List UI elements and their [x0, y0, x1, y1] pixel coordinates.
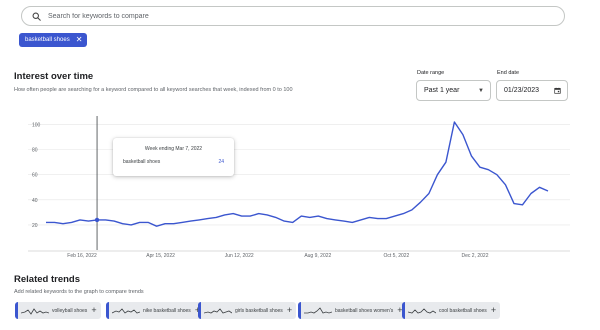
x-tick-label: Apr 15, 2022 — [146, 253, 175, 259]
interest-over-time-chart[interactable]: 20 40 60 80 100 Feb 16, 2022 Apr 15, 2022 Jun 1… — [0, 108, 600, 268]
sparkline-icon — [304, 306, 332, 313]
related-trend-chip[interactable]: basketball shoes women's + — [298, 302, 407, 319]
close-icon[interactable]: ✕ — [76, 36, 83, 44]
related-trend-label: basketball shoes women's — [335, 307, 394, 314]
x-tick-label: Dec 2, 2022 — [462, 253, 489, 259]
related-trend-chip[interactable]: nike basketball shoes + — [106, 302, 205, 319]
related-trend-label: volleyball shoes — [52, 307, 88, 314]
tooltip-value: 24 — [218, 159, 224, 165]
related-trend-label: nike basketball shoes — [143, 307, 191, 314]
x-tick-label: Jun 12, 2022 — [225, 253, 254, 259]
data-point — [94, 217, 100, 223]
date-range-label: Date range — [417, 70, 445, 76]
related-trend-chip[interactable]: cool basketball shoes + — [402, 302, 501, 319]
add-icon[interactable]: + — [287, 306, 292, 315]
y-tick-label: 100 — [32, 123, 41, 129]
date-range-select[interactable]: Past 1 year ▼ — [416, 80, 491, 101]
search-icon — [32, 12, 41, 21]
y-tick-label: 60 — [32, 173, 38, 179]
y-tick-label: 40 — [32, 198, 38, 204]
tooltip-term: basketball shoes — [123, 159, 161, 165]
add-icon[interactable]: + — [91, 306, 96, 315]
end-date-label: End date — [497, 70, 520, 76]
related-subtitle: Add related keywords to the graph to com… — [14, 289, 144, 295]
related-trend-chip[interactable]: volleyball shoes + — [15, 302, 101, 319]
tooltip-date: Week ending Mar 7, 2022 — [144, 146, 203, 152]
x-tick-label: Aug 9, 2022 — [304, 253, 331, 259]
interest-subtitle: How often people are searching for a key… — [14, 87, 293, 93]
chevron-down-icon: ▼ — [478, 87, 484, 94]
calendar-icon[interactable] — [554, 87, 561, 94]
sparkline-icon — [204, 307, 232, 313]
y-tick-label: 80 — [32, 148, 38, 154]
related-trend-chip[interactable]: girls basketball shoes + — [198, 302, 297, 319]
sparkline-icon — [408, 307, 436, 313]
x-tick-label: Oct 5, 2022 — [383, 253, 409, 259]
keyword-search-bar[interactable] — [21, 6, 565, 26]
related-title: Related trends — [14, 274, 80, 285]
keyword-chip-label: basketball shoes — [25, 37, 70, 43]
sparkline-icon — [112, 307, 140, 314]
y-tick-label: 20 — [32, 223, 38, 229]
date-range-value: Past 1 year — [424, 87, 460, 94]
related-trend-label: cool basketball shoes — [439, 307, 487, 314]
add-icon[interactable]: + — [491, 306, 496, 315]
end-date-value: 01/23/2023 — [504, 87, 540, 94]
x-tick-label: Feb 16, 2022 — [67, 253, 97, 259]
keyword-search-input[interactable] — [48, 8, 564, 24]
sparkline-icon — [21, 307, 49, 315]
interest-title: Interest over time — [14, 71, 94, 82]
end-date-field[interactable]: 01/23/2023 — [496, 80, 568, 101]
related-trend-label: girls basketball shoes — [235, 307, 283, 314]
chart-tooltip: Week ending Mar 7, 2022 basketball shoes… — [113, 138, 234, 176]
keyword-chip[interactable]: basketball shoes ✕ — [19, 33, 88, 47]
